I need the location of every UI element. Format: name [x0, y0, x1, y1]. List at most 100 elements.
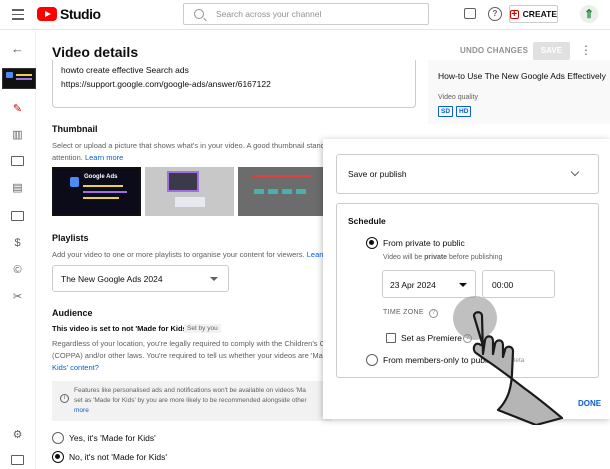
- audience-status: This video is set to not 'Made for Kids': [52, 324, 189, 333]
- copyright-icon[interactable]: ©: [11, 264, 24, 277]
- info-icon: i: [60, 394, 69, 403]
- search-icon: [194, 9, 204, 19]
- comments-icon[interactable]: ▤: [11, 182, 24, 195]
- playlists-text: Add your video to one or more playlists …: [52, 250, 305, 259]
- save-button[interactable]: SAVE: [533, 42, 570, 60]
- premiere-checkbox[interactable]: [386, 333, 396, 343]
- time-zone-label: TIME ZONE: [383, 309, 424, 316]
- description-line: howto create effective Search ads: [61, 65, 189, 75]
- note-line: set as 'Made for Kids' by you are more l…: [74, 397, 307, 404]
- schedule-note-prefix: Video will be: [383, 254, 425, 261]
- search-placeholder: Search across your channel: [216, 9, 322, 19]
- back-arrow-icon[interactable]: ←: [11, 41, 24, 56]
- thumbnail-description: Select or upload a picture that shows wh…: [52, 141, 329, 150]
- made-for-kids-link[interactable]: Kids' content?: [52, 362, 99, 374]
- thumbnail-3-box: [296, 189, 306, 194]
- audience-note-text: Features like personalised ads and notif…: [74, 386, 307, 416]
- left-rail: ← ✎ ▥ ▤ $ © ✂ ⚙: [0, 31, 36, 469]
- clips-icon[interactable]: ✂: [11, 291, 24, 304]
- sd-badge: SD: [438, 106, 454, 117]
- made-for-kids-yes-label[interactable]: Yes, it's 'Made for Kids': [69, 433, 156, 443]
- pencil-icon[interactable]: ✎: [11, 103, 24, 116]
- set-by-you-tag: Set by you: [184, 324, 221, 333]
- feedback-rail-icon[interactable]: [11, 455, 24, 465]
- avatar[interactable]: ⇑: [580, 5, 598, 23]
- description-field[interactable]: howto create effective Search ads https:…: [52, 60, 416, 108]
- made-for-kids-no-radio[interactable]: [52, 451, 64, 463]
- schedule-note-suffix: before publishing: [447, 254, 503, 261]
- schedule-title: Schedule: [348, 216, 386, 226]
- thumbnail-3-bar: [252, 175, 312, 177]
- done-button[interactable]: DONE: [578, 399, 601, 408]
- dropdown-arrow-icon: [210, 277, 218, 281]
- audience-paragraph-2: (COPPA) and/or other laws. You're requir…: [52, 351, 332, 360]
- thumbnail-learn-more-link[interactable]: Learn more: [85, 153, 123, 162]
- more-options-icon[interactable]: ⋮: [580, 44, 592, 56]
- made-for-kids-no-label[interactable]: No, it's not 'Made for Kids': [69, 452, 167, 462]
- help-circle-icon[interactable]: ?: [429, 309, 438, 318]
- audience-note: i Features like personalised ads and not…: [52, 381, 332, 421]
- create-label: CREATE: [522, 9, 557, 19]
- schedule-note: Video will be private before publishing: [383, 254, 502, 261]
- members-to-public-radio[interactable]: [366, 354, 378, 366]
- playlists-heading: Playlists: [52, 233, 89, 243]
- help-icon[interactable]: ?: [488, 7, 502, 21]
- menu-icon[interactable]: [12, 9, 24, 20]
- schedule-note-bold: private: [424, 254, 448, 261]
- thumbnail-3-box: [254, 189, 264, 194]
- playlists-description: Add your video to one or more playlists …: [52, 249, 326, 261]
- made-for-kids-yes-radio[interactable]: [52, 432, 64, 444]
- create-button[interactable]: + CREATE: [509, 5, 558, 23]
- youtube-logo-icon: [37, 7, 57, 21]
- dropdown-arrow-icon: [459, 283, 467, 287]
- thumbnail-1-line: [83, 197, 119, 199]
- undo-changes-button[interactable]: UNDO CHANGES: [460, 46, 528, 55]
- audience-paragraph: Regardless of your location, you're lega…: [52, 339, 330, 348]
- pointing-hand-icon: [472, 311, 564, 425]
- search-input[interactable]: Search across your channel: [183, 3, 429, 25]
- private-to-public-radio[interactable]: [366, 237, 378, 249]
- thumbnail-option-2[interactable]: [145, 167, 234, 216]
- save-or-publish-card[interactable]: Save or publish: [336, 154, 599, 194]
- premiere-label[interactable]: Set as Premiere: [401, 333, 462, 343]
- thumbnail-2-caption: [175, 197, 205, 207]
- audience-heading: Audience: [52, 308, 93, 318]
- thumbnail-description-2: attention. Learn more: [52, 152, 123, 164]
- note-learn-more-link[interactable]: more: [74, 406, 307, 416]
- playlist-select[interactable]: The New Google Ads 2024: [52, 265, 229, 292]
- monetization-icon[interactable]: $: [11, 237, 24, 250]
- description-line: https://support.google.com/google-ads/an…: [61, 79, 271, 89]
- thumbnail-1-title: Google Ads: [84, 174, 118, 180]
- video-thumbnail-mini[interactable]: [2, 68, 36, 89]
- time-value: 00:00: [492, 280, 514, 290]
- date-select[interactable]: 23 Apr 2024: [382, 270, 476, 298]
- preview-video-title: How-to Use The New Google Ads Effectivel…: [438, 71, 606, 81]
- playlist-selected-value: The New Google Ads 2024: [61, 274, 163, 284]
- top-bar: Studio Search across your channel ? + CR…: [0, 0, 610, 30]
- thumbnail-1-line: [83, 185, 123, 187]
- time-input[interactable]: 00:00: [482, 270, 555, 298]
- analytics-icon[interactable]: ▥: [11, 129, 24, 142]
- feedback-icon[interactable]: [464, 8, 476, 19]
- private-to-public-label[interactable]: From private to public: [383, 238, 465, 248]
- thumbnail-description-tail: attention.: [52, 153, 83, 162]
- thumbnail-heading: Thumbnail: [52, 124, 98, 134]
- chevron-down-icon: [570, 167, 580, 177]
- thumbnail-option-1[interactable]: Google Ads: [52, 167, 141, 216]
- video-quality-badges: SD HD: [438, 106, 472, 117]
- thumbnail-option-3[interactable]: [238, 167, 327, 216]
- editor-icon[interactable]: [11, 156, 24, 166]
- save-or-publish-label: Save or publish: [348, 169, 407, 179]
- create-plus-icon: +: [510, 8, 519, 20]
- studio-logo[interactable]: Studio: [37, 6, 101, 22]
- video-quality-label: Video quality: [438, 94, 478, 101]
- date-value: 23 Apr 2024: [390, 280, 436, 290]
- page-title: Video details: [52, 44, 139, 60]
- brand-text: Studio: [60, 6, 101, 22]
- settings-gear-icon[interactable]: ⚙: [11, 429, 24, 442]
- subtitles-icon[interactable]: [11, 211, 24, 221]
- thumbnail-1-line: [83, 191, 127, 193]
- hd-badge: HD: [456, 106, 472, 117]
- thumbnail-2-screen: [167, 171, 199, 192]
- note-line: Features like personalised ads and notif…: [74, 387, 306, 394]
